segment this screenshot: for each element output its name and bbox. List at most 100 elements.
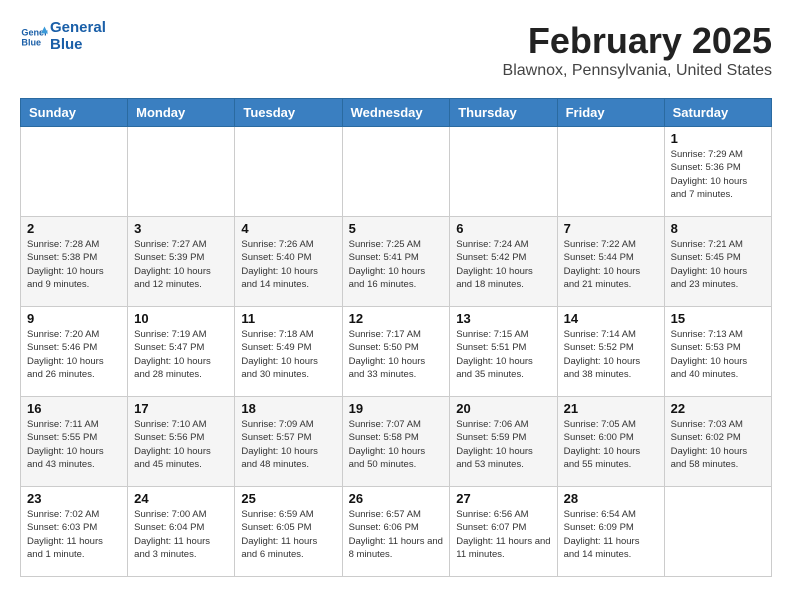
calendar-cell: 9 Sunrise: 7:20 AM Sunset: 5:46 PM Daylig…: [21, 307, 128, 397]
calendar-table: SundayMondayTuesdayWednesdayThursdayFrid…: [20, 98, 772, 577]
day-number: 21: [564, 401, 658, 416]
top-area: General Blue General Blue February 2025 …: [20, 20, 772, 88]
logo-blue: Blue: [50, 37, 106, 54]
weekday-header-friday: Friday: [557, 99, 664, 127]
calendar-cell: 11Sunrise: 7:18 AM Sunset: 5:49 PM Dayli…: [235, 307, 342, 397]
calendar-cell: 6 Sunrise: 7:24 AM Sunset: 5:42 PM Daylig…: [450, 217, 557, 307]
calendar-cell: 16 Sunrise: 7:11 AM Sunset: 5:55 PM Dayli…: [21, 397, 128, 487]
calendar-cell: 24 Sunrise: 7:00 AM Sunset: 6:04 PM Dayli…: [128, 487, 235, 577]
calendar-cell: 26 Sunrise: 6:57 AM Sunset: 6:06 PM Dayli…: [342, 487, 450, 577]
day-number: 24: [134, 491, 228, 506]
calendar-header-row: SundayMondayTuesdayWednesdayThursdayFrid…: [21, 99, 772, 127]
day-number: 6: [456, 221, 550, 236]
day-info: Sunrise: 7:07 AM Sunset: 5:58 PM Dayligh…: [349, 418, 444, 471]
svg-text:Blue: Blue: [21, 37, 41, 47]
calendar-cell: 10Sunrise: 7:19 AM Sunset: 5:47 PM Dayli…: [128, 307, 235, 397]
logo-icon: General Blue: [20, 23, 48, 51]
calendar-week-3: 9 Sunrise: 7:20 AM Sunset: 5:46 PM Daylig…: [21, 307, 772, 397]
calendar-cell: [128, 127, 235, 217]
calendar-cell: 18 Sunrise: 7:09 AM Sunset: 5:57 PM Dayli…: [235, 397, 342, 487]
day-number: 7: [564, 221, 658, 236]
day-info: Sunrise: 6:59 AM Sunset: 6:05 PM Dayligh…: [241, 508, 335, 561]
calendar-cell: 20 Sunrise: 7:06 AM Sunset: 5:59 PM Dayli…: [450, 397, 557, 487]
calendar-cell: [557, 127, 664, 217]
calendar-cell: 25 Sunrise: 6:59 AM Sunset: 6:05 PM Dayli…: [235, 487, 342, 577]
calendar-cell: 4 Sunrise: 7:26 AM Sunset: 5:40 PM Daylig…: [235, 217, 342, 307]
calendar-cell: 17 Sunrise: 7:10 AM Sunset: 5:56 PM Dayli…: [128, 397, 235, 487]
day-number: 11: [241, 311, 335, 326]
calendar-cell: 12 Sunrise: 7:17 AM Sunset: 5:50 PM Dayli…: [342, 307, 450, 397]
day-info: Sunrise: 7:13 AM Sunset: 5:53 PM Dayligh…: [671, 328, 765, 381]
day-info: Sunrise: 7:03 AM Sunset: 6:02 PM Dayligh…: [671, 418, 765, 471]
day-number: 27: [456, 491, 550, 506]
calendar-cell: 1Sunrise: 7:29 AM Sunset: 5:36 PM Daylig…: [664, 127, 771, 217]
day-info: Sunrise: 7:22 AM Sunset: 5:44 PM Dayligh…: [564, 238, 658, 291]
day-info: Sunrise: 7:27 AM Sunset: 5:39 PM Dayligh…: [134, 238, 228, 291]
day-info: Sunrise: 6:54 AM Sunset: 6:09 PM Dayligh…: [564, 508, 658, 561]
logo: General Blue General Blue: [20, 20, 106, 53]
day-info: Sunrise: 7:25 AM Sunset: 5:41 PM Dayligh…: [349, 238, 444, 291]
day-info: Sunrise: 7:24 AM Sunset: 5:42 PM Dayligh…: [456, 238, 550, 291]
day-info: Sunrise: 7:28 AM Sunset: 5:38 PM Dayligh…: [27, 238, 121, 291]
weekday-header-monday: Monday: [128, 99, 235, 127]
day-info: Sunrise: 7:10 AM Sunset: 5:56 PM Dayligh…: [134, 418, 228, 471]
calendar-cell: 3Sunrise: 7:27 AM Sunset: 5:39 PM Daylig…: [128, 217, 235, 307]
calendar-cell: [450, 127, 557, 217]
calendar-cell: 7 Sunrise: 7:22 AM Sunset: 5:44 PM Daylig…: [557, 217, 664, 307]
day-number: 12: [349, 311, 444, 326]
day-info: Sunrise: 7:26 AM Sunset: 5:40 PM Dayligh…: [241, 238, 335, 291]
day-number: 1: [671, 131, 765, 146]
calendar-cell: 19Sunrise: 7:07 AM Sunset: 5:58 PM Dayli…: [342, 397, 450, 487]
calendar-cell: [342, 127, 450, 217]
calendar-cell: 28Sunrise: 6:54 AM Sunset: 6:09 PM Dayli…: [557, 487, 664, 577]
day-info: Sunrise: 7:15 AM Sunset: 5:51 PM Dayligh…: [456, 328, 550, 381]
calendar-cell: [21, 127, 128, 217]
title-section: February 2025 Blawnox, Pennsylvania, Uni…: [503, 20, 772, 80]
day-number: 18: [241, 401, 335, 416]
calendar-cell: 15Sunrise: 7:13 AM Sunset: 5:53 PM Dayli…: [664, 307, 771, 397]
calendar-cell: [664, 487, 771, 577]
day-info: Sunrise: 7:00 AM Sunset: 6:04 PM Dayligh…: [134, 508, 228, 561]
day-info: Sunrise: 7:06 AM Sunset: 5:59 PM Dayligh…: [456, 418, 550, 471]
day-number: 23: [27, 491, 121, 506]
weekday-header-saturday: Saturday: [664, 99, 771, 127]
calendar-week-1: 1Sunrise: 7:29 AM Sunset: 5:36 PM Daylig…: [21, 127, 772, 217]
calendar-cell: 23 Sunrise: 7:02 AM Sunset: 6:03 PM Dayli…: [21, 487, 128, 577]
calendar-cell: 8 Sunrise: 7:21 AM Sunset: 5:45 PM Daylig…: [664, 217, 771, 307]
day-info: Sunrise: 7:19 AM Sunset: 5:47 PM Dayligh…: [134, 328, 228, 381]
day-info: Sunrise: 7:02 AM Sunset: 6:03 PM Dayligh…: [27, 508, 121, 561]
location-title: Blawnox, Pennsylvania, United States: [503, 62, 772, 80]
day-number: 5: [349, 221, 444, 236]
day-info: Sunrise: 7:21 AM Sunset: 5:45 PM Dayligh…: [671, 238, 765, 291]
day-number: 9: [27, 311, 121, 326]
weekday-header-tuesday: Tuesday: [235, 99, 342, 127]
month-title: February 2025: [503, 20, 772, 62]
day-info: Sunrise: 7:11 AM Sunset: 5:55 PM Dayligh…: [27, 418, 121, 471]
day-number: 25: [241, 491, 335, 506]
calendar-week-5: 23 Sunrise: 7:02 AM Sunset: 6:03 PM Dayli…: [21, 487, 772, 577]
day-number: 8: [671, 221, 765, 236]
day-number: 16: [27, 401, 121, 416]
calendar-week-2: 2Sunrise: 7:28 AM Sunset: 5:38 PM Daylig…: [21, 217, 772, 307]
calendar-cell: 22 Sunrise: 7:03 AM Sunset: 6:02 PM Dayli…: [664, 397, 771, 487]
day-info: Sunrise: 6:57 AM Sunset: 6:06 PM Dayligh…: [349, 508, 444, 561]
day-info: Sunrise: 7:05 AM Sunset: 6:00 PM Dayligh…: [564, 418, 658, 471]
day-number: 13: [456, 311, 550, 326]
calendar-week-4: 16 Sunrise: 7:11 AM Sunset: 5:55 PM Dayli…: [21, 397, 772, 487]
calendar-cell: 21 Sunrise: 7:05 AM Sunset: 6:00 PM Dayli…: [557, 397, 664, 487]
calendar-body: 1Sunrise: 7:29 AM Sunset: 5:36 PM Daylig…: [21, 127, 772, 577]
day-number: 22: [671, 401, 765, 416]
day-info: Sunrise: 7:17 AM Sunset: 5:50 PM Dayligh…: [349, 328, 444, 381]
logo-general: General: [50, 20, 106, 37]
calendar-cell: 14Sunrise: 7:14 AM Sunset: 5:52 PM Dayli…: [557, 307, 664, 397]
day-number: 17: [134, 401, 228, 416]
calendar-cell: 13 Sunrise: 7:15 AM Sunset: 5:51 PM Dayli…: [450, 307, 557, 397]
weekday-header-thursday: Thursday: [450, 99, 557, 127]
day-number: 4: [241, 221, 335, 236]
calendar-cell: 27Sunrise: 6:56 AM Sunset: 6:07 PM Dayli…: [450, 487, 557, 577]
day-number: 26: [349, 491, 444, 506]
day-info: Sunrise: 7:20 AM Sunset: 5:46 PM Dayligh…: [27, 328, 121, 381]
day-number: 20: [456, 401, 550, 416]
day-info: Sunrise: 7:09 AM Sunset: 5:57 PM Dayligh…: [241, 418, 335, 471]
weekday-header-sunday: Sunday: [21, 99, 128, 127]
